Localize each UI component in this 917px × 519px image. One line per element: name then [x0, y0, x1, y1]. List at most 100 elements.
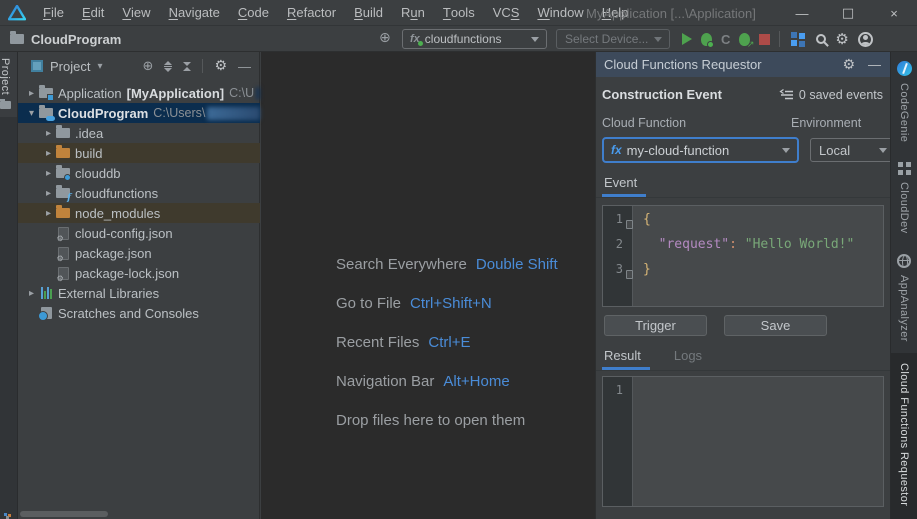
device-manager-icon[interactable] [791, 32, 798, 38]
menu-item-build[interactable]: Build [345, 0, 392, 25]
toolwindow-tab-cloud-functions-requestor[interactable]: Cloud Functions Requestor [891, 352, 917, 519]
trigger-button[interactable]: Trigger [604, 315, 707, 336]
menu-item-code[interactable]: Code [229, 0, 278, 25]
locate-target-icon[interactable]: ⊕ [379, 30, 391, 46]
tab-event[interactable]: Event [602, 175, 646, 197]
chevron-down-icon[interactable]: ▾ [97, 61, 102, 72]
function-badge-icon: f [67, 193, 71, 203]
toolwindow-gear-icon[interactable]: ⚙ [842, 58, 855, 72]
tree-row-clouddb[interactable]: ▸ clouddb [18, 163, 260, 183]
menu-item-vcs[interactable]: VC S [484, 0, 529, 25]
database-badge-icon [64, 174, 71, 181]
run-button[interactable] [682, 33, 692, 45]
menu-item-refactor[interactable]: Refactor [278, 0, 345, 25]
tree-item-path: C:\Users\ [153, 106, 206, 120]
toolwindow-header[interactable]: Cloud Functions Requestor ⚙ — [596, 52, 890, 77]
shortcut-hint: Go to File Ctrl+Shift+N [336, 295, 558, 312]
right-toolwindow-stripe: CodeGenie CloudDev AppAnalyzer Cloud Functi… [890, 52, 917, 519]
save-button[interactable]: Save [724, 315, 827, 336]
tab-logs[interactable]: Logs [672, 348, 711, 370]
tree-chevron-icon[interactable]: ▸ [25, 288, 38, 299]
stop-button[interactable] [759, 33, 771, 45]
editor-area[interactable]: Search Everywhere Double Shift Go to File C… [261, 52, 595, 519]
locate-icon[interactable]: ⊕ [143, 59, 154, 74]
project-panel-header: Project ▾ ⊕ ⚙ — [18, 52, 259, 80]
search-everywhere-icon[interactable] [816, 34, 827, 44]
menu-item-view[interactable]: View [113, 0, 159, 25]
event-editor[interactable]: 12 3 { "request": "Hello World!"} [602, 205, 884, 307]
account-avatar-icon[interactable] [857, 31, 873, 47]
environment-value: Local [819, 142, 851, 158]
shortcut-hint: Recent Files Ctrl+E [336, 334, 558, 351]
toolwindow-tab-label: Cloud Functions Requestor [898, 362, 910, 506]
cloud-function-select[interactable]: fx my-cloud-function [602, 137, 799, 163]
tree-row-external-libraries[interactable]: ▸ External Libraries [18, 283, 260, 303]
environment-select[interactable]: Local [810, 138, 895, 162]
event-editor-code[interactable]: { "request": "Hello World!"} [633, 206, 883, 306]
saved-events[interactable]: 0 saved events [779, 88, 883, 102]
fold-marker-icon[interactable] [626, 220, 633, 229]
tree-chevron-icon[interactable]: ▾ [25, 108, 38, 119]
tree-item-label: External Libraries [58, 285, 160, 301]
excluded-folder-icon [56, 205, 70, 218]
result-editor[interactable]: 1 [602, 376, 884, 507]
chevron-down-icon [654, 36, 662, 42]
coverage-icon[interactable]: C [721, 32, 730, 47]
left-toolwindow-stripe: Project [0, 52, 18, 519]
divider [202, 59, 204, 73]
tree-row--idea[interactable]: ▸ .idea [18, 123, 260, 143]
tree-chevron-icon[interactable]: ▸ [42, 188, 55, 199]
tree-row-node-modules[interactable]: ▸ node_modules [18, 203, 260, 223]
toolwindow-tab-codegenie[interactable]: CodeGenie [891, 52, 917, 142]
maximize-button[interactable]: □ [825, 0, 871, 26]
tree-row-cloudfunctions[interactable]: ▸ f cloudfunctions [18, 183, 260, 203]
code-line: "request": "Hello World!" [658, 237, 855, 252]
tree-row-scratches-and-consoles[interactable]: Scratches and Consoles [18, 303, 260, 323]
cloud-function-label: Cloud Function [602, 116, 687, 130]
toolwindow-hide-icon[interactable]: — [868, 57, 881, 72]
tree-item-label: node_modules [75, 205, 161, 221]
expand-all-icon[interactable] [164, 60, 173, 72]
json-file-icon [57, 266, 69, 283]
tree-chevron-icon[interactable]: ▸ [42, 128, 55, 139]
menu-item-tools[interactable]: Tools [434, 0, 484, 25]
result-editor-code[interactable] [633, 377, 883, 506]
tree-chevron-icon[interactable]: ▸ [25, 88, 38, 99]
tree-chevron-icon[interactable]: ▸ [42, 208, 55, 219]
toolwindow-tab-appanalyzer[interactable]: AppAnalyzer [891, 245, 917, 342]
cloud-function-value: my-cloud-function [626, 142, 730, 158]
fold-marker-icon[interactable] [626, 270, 633, 279]
project-view-title[interactable]: Project [50, 59, 90, 74]
minimize-button[interactable]: — [779, 0, 825, 26]
project-breadcrumb[interactable]: CloudProgram [10, 26, 121, 52]
run-configuration-select[interactable]: fx cloudfunctions [402, 29, 547, 49]
menu-item-file[interactable]: File [34, 0, 73, 25]
menu-item-edit[interactable]: Edit [73, 0, 113, 25]
tree-row-build[interactable]: ▸ build [18, 143, 260, 163]
tree-row-cloud-config-json[interactable]: cloud-config.json [18, 223, 260, 243]
saved-events-icon [779, 88, 793, 99]
shortcut-label: Drop files here to open them [336, 412, 526, 429]
toolwindow-tab-clouddev[interactable]: CloudDev [891, 153, 917, 234]
tree-chevron-icon[interactable]: ▸ [42, 148, 55, 159]
device-select[interactable]: Select Device... [556, 29, 670, 49]
project-toolwindow-tab[interactable]: Project [0, 52, 17, 118]
menu-item-run[interactable]: Run [392, 0, 434, 25]
attach-debugger-icon[interactable] [739, 32, 754, 50]
tree-row-application[interactable]: ▸ Application [MyApplication] C:\U [18, 83, 260, 103]
debug-button[interactable] [701, 32, 714, 48]
menu-item-navigate[interactable]: Navigate [160, 0, 229, 25]
tree-row-cloudprogram[interactable]: ▾ CloudProgram C:\Users\ [18, 103, 260, 123]
result-editor-gutter: 1 [603, 377, 633, 506]
panel-gear-icon[interactable]: ⚙ [214, 59, 227, 73]
tab-result[interactable]: Result [602, 348, 650, 370]
tree-row-package-json[interactable]: package.json [18, 243, 260, 263]
tree-chevron-icon[interactable]: ▸ [42, 168, 55, 179]
close-button[interactable]: × [871, 0, 917, 26]
tree-row-package-lock-json[interactable]: package-lock.json [18, 263, 260, 283]
settings-gear-icon[interactable]: ⚙ [835, 31, 848, 47]
horizontal-scrollbar[interactable] [20, 511, 108, 517]
menu-item-window[interactable]: Window [528, 0, 592, 25]
hide-panel-icon[interactable]: — [238, 59, 251, 74]
collapse-all-icon[interactable] [183, 61, 192, 71]
